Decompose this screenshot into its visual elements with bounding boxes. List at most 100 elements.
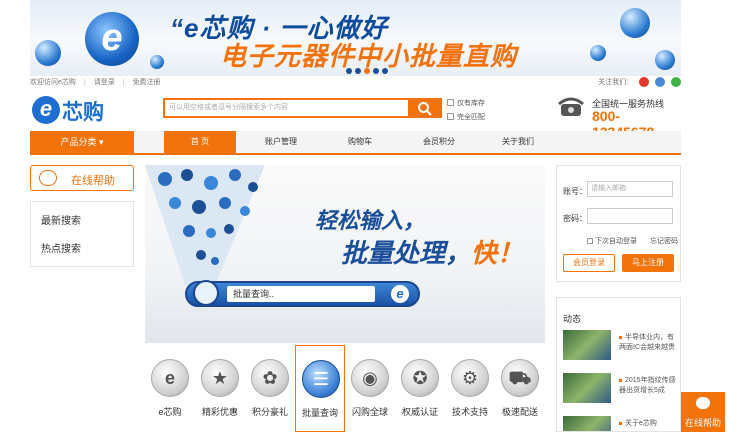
password-input[interactable] (587, 208, 673, 224)
search-input[interactable]: 可以用空格或者逗号分隔搜索多个内容 (163, 98, 409, 118)
global-icon: ◉ (351, 359, 389, 397)
ecore-icon: e (151, 359, 189, 397)
news-item-text: 半导体业内，有两面IC会越来越贵 (619, 334, 675, 351)
news-thumbnail (563, 416, 611, 431)
service-icons: e e芯购 ★ 精彩优惠 ✿ 积分豪礼 ☰ 批量查询 ◉ 闪购全球 ✪ 权威认证 ⚙ 技术支持 ⛟ 极速配送 (145, 345, 545, 432)
follow-label: 关注我们： (598, 79, 634, 86)
top-bar: 欢迎访问e芯购 | 请登录 | 免费注册 关注我们： (30, 76, 681, 90)
logo-icon[interactable]: e (32, 96, 60, 124)
support-icon: ⚙ (451, 359, 489, 397)
service-label: 极速配送 (501, 407, 538, 417)
hero-headline-2: 批量处理，快！ (341, 238, 524, 268)
news-item[interactable]: 关于e芯购 (563, 416, 677, 431)
latest-search-link[interactable]: 最新搜索 (41, 212, 81, 227)
service-label: 权威认证 (401, 407, 438, 417)
register-link[interactable]: 免费注册 (133, 79, 161, 86)
news-item-text: 2015年指纹传感器出货增长5成 (619, 377, 676, 394)
service-item-certification[interactable]: ✪ 权威认证 (395, 345, 445, 432)
top-banner[interactable]: e “e芯购 · 一心做好 电子元器件中小批量直购 (30, 0, 681, 76)
gift-icon: ✿ (251, 359, 289, 397)
service-label: 积分豪礼 (251, 407, 288, 417)
carousel-dot[interactable] (346, 68, 352, 74)
online-help-label: 在线帮助 (71, 175, 115, 187)
news-item[interactable]: 2015年指纹传感器出货增长5成 (563, 373, 677, 407)
service-item-promotion[interactable]: ★ 精彩优惠 (195, 345, 245, 432)
service-label: 精彩优惠 (201, 407, 238, 417)
account-input[interactable]: 请输入邮箱 (587, 181, 673, 197)
promotion-icon: ★ (201, 359, 239, 397)
chat-icon (39, 170, 57, 186)
banner-logo: e (85, 12, 139, 66)
member-login-button[interactable]: 会员登录 (563, 254, 615, 272)
service-item-global[interactable]: ◉ 闪购全球 (345, 345, 395, 432)
weibo-icon[interactable] (639, 77, 650, 88)
login-panel: 账号： 请输入邮箱 密码： 下次自动登录 忘记密码 会员登录 马上注册 (556, 165, 681, 282)
service-item-ecore[interactable]: e e芯购 (145, 345, 195, 432)
bubble-decoration (590, 45, 606, 61)
service-label: e芯购 (158, 407, 182, 417)
password-label: 密码： (563, 214, 587, 223)
carousel-dot[interactable] (355, 68, 361, 74)
carousel-dot[interactable] (382, 68, 388, 74)
service-item-delivery[interactable]: ⛟ 极速配送 (495, 345, 545, 432)
social-links: 关注我们： (598, 76, 681, 90)
service-item-gift[interactable]: ✿ 积分豪礼 (245, 345, 295, 432)
floating-help-button[interactable]: 在线帮助 (681, 392, 725, 432)
news-thumbnail (563, 330, 611, 360)
forgot-password-link[interactable]: 忘记密码 (650, 236, 678, 246)
tencent-weibo-icon[interactable] (655, 77, 666, 88)
delivery-icon: ⛟ (501, 359, 539, 397)
hero-banner[interactable]: 轻松输入， 批量处理，快！ 批量查询.. e (145, 165, 545, 343)
hero-search-text: 批量查询.. (227, 286, 375, 302)
main-nav: 产品分类 ▾ 首 页 账户管理 购物车 会员积分 关于我们 (30, 131, 681, 155)
service-label: 闪购全球 (351, 407, 388, 417)
hero-headline-1: 轻松输入， (315, 208, 426, 233)
bubble-decoration (35, 40, 61, 66)
stock-only-checkbox[interactable]: 仅有库存 (447, 98, 485, 108)
carousel-dot-active[interactable] (364, 68, 370, 74)
chat-bubble-icon (696, 397, 710, 409)
news-panel: 动态 半导体业内，有两面IC会越来越贵 2015年指纹传感器出货增长5成 关于e… (556, 297, 681, 432)
phone-icon (558, 97, 584, 116)
login-link[interactable]: 请登录 (94, 79, 115, 86)
search-button[interactable] (408, 98, 442, 118)
nav-about[interactable]: 关于我们 (478, 131, 558, 153)
nav-account[interactable]: 账户管理 (241, 131, 321, 153)
register-button[interactable]: 马上注册 (622, 254, 674, 272)
welcome-text: 欢迎访问e芯购 (30, 79, 76, 86)
hero-search-bar: 批量查询.. e (185, 280, 420, 307)
exact-match-checkbox[interactable]: 完全匹配 (447, 112, 485, 122)
service-label: 批量查询 (301, 408, 338, 418)
icon-fan-decoration (145, 165, 265, 285)
bubble-decoration (655, 50, 675, 70)
bubble-decoration (150, 55, 164, 69)
search-icon (418, 102, 432, 116)
search-history-panel: 最新搜索 热点搜索 (30, 201, 134, 267)
floating-help-label: 在线帮助 (684, 418, 721, 428)
hot-search-link[interactable]: 热点搜索 (41, 240, 81, 255)
service-item-batch-query[interactable]: ☰ 批量查询 (295, 345, 345, 432)
remember-checkbox[interactable]: 下次自动登录 (587, 236, 637, 246)
bubble-decoration (620, 8, 650, 38)
news-item-text: 关于e芯购 (625, 420, 657, 427)
account-label: 账号： (563, 187, 587, 196)
magnifier-icon (193, 280, 219, 306)
carousel-dots[interactable] (346, 66, 391, 76)
product-category-button[interactable]: 产品分类 ▾ (30, 131, 134, 155)
online-help-button[interactable]: 在线帮助 (30, 165, 134, 191)
nav-home[interactable]: 首 页 (164, 131, 236, 153)
wechat-icon[interactable] (671, 77, 681, 88)
nav-points[interactable]: 会员积分 (399, 131, 479, 153)
nav-cart[interactable]: 购物车 (320, 131, 400, 153)
news-thumbnail (563, 373, 611, 403)
carousel-dot[interactable] (373, 68, 379, 74)
news-item[interactable]: 半导体业内，有两面IC会越来越贵 (563, 330, 677, 364)
service-item-support[interactable]: ⚙ 技术支持 (445, 345, 495, 432)
header: e 芯购 可以用空格或者逗号分隔搜索多个内容 仅有库存 完全匹配 全国统一服务热… (30, 92, 681, 140)
service-label: 技术支持 (451, 407, 488, 417)
batch-query-icon: ☰ (302, 360, 340, 398)
site-logo[interactable]: 芯购 (62, 96, 104, 126)
hero-logo-icon: e (391, 285, 409, 303)
news-title: 动态 (563, 314, 582, 324)
certification-icon: ✪ (401, 359, 439, 397)
